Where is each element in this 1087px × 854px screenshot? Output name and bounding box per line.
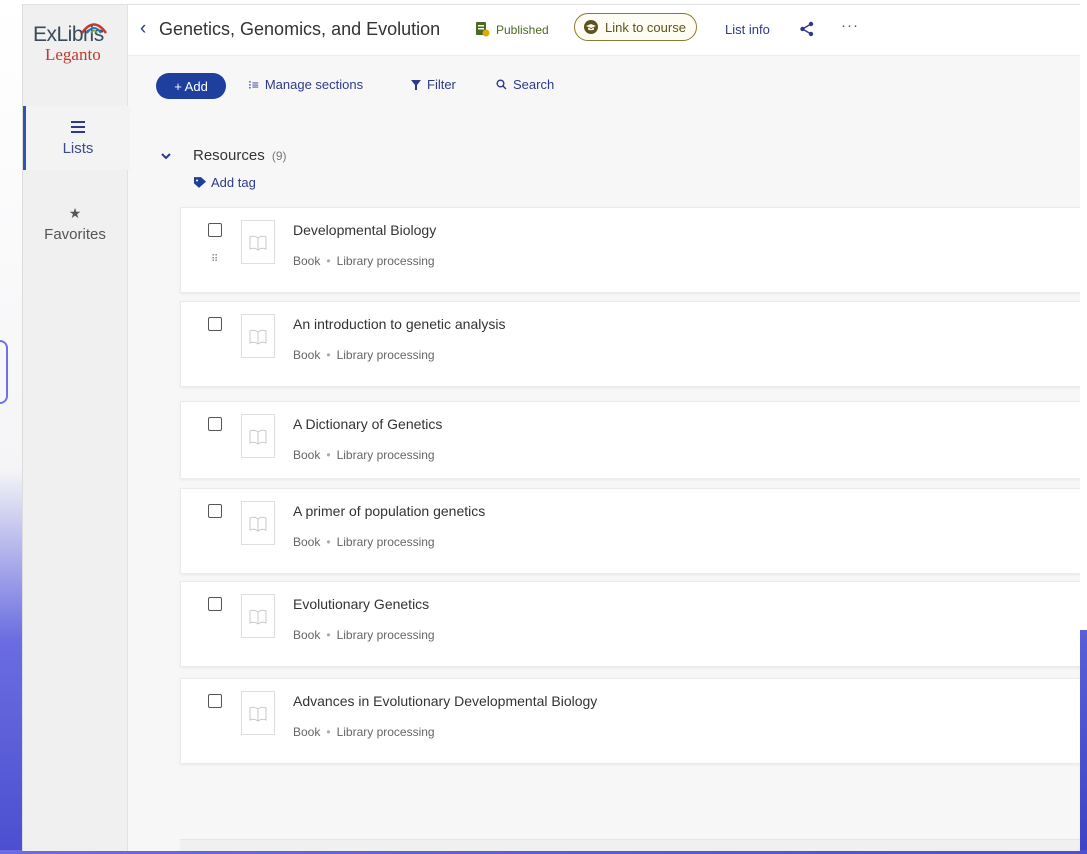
page-header: ‹ Genetics, Genomics, and Evolution Publ… xyxy=(128,5,1080,56)
page-title: Genetics, Genomics, and Evolution xyxy=(159,19,441,39)
list-info-link[interactable]: List info xyxy=(725,22,770,37)
section-name: Resources xyxy=(193,147,265,164)
add-tag-link[interactable]: Add tag xyxy=(194,175,256,190)
resource-title[interactable]: An introduction to genetic analysis xyxy=(293,316,505,332)
resource-type: Book xyxy=(293,448,321,462)
resource-status: Library processing xyxy=(336,448,435,462)
meta-separator: • xyxy=(326,725,331,739)
select-checkbox[interactable] xyxy=(208,417,222,431)
section-title: Resources (9) xyxy=(193,147,287,164)
resource-meta: Book • Library processing xyxy=(293,535,435,549)
share-icon[interactable] xyxy=(799,21,815,37)
background-left xyxy=(0,0,22,854)
next-card-edge xyxy=(180,839,1080,851)
section-collapse-chevron-icon[interactable] xyxy=(159,149,173,163)
nav-item-favorites[interactable]: ★ Favorites xyxy=(23,191,127,255)
book-thumbnail-icon xyxy=(241,594,275,638)
nav-item-label: Favorites xyxy=(44,226,106,243)
resource-status: Library processing xyxy=(336,535,435,549)
resource-type: Book xyxy=(293,254,321,268)
book-thumbnail-icon xyxy=(241,691,275,735)
resource-type: Book xyxy=(293,725,321,739)
meta-separator: • xyxy=(326,348,331,362)
tag-icon xyxy=(194,177,206,188)
select-checkbox[interactable] xyxy=(208,694,222,708)
status-badge: Published xyxy=(496,23,549,37)
manage-sections-label: Manage sections xyxy=(264,77,364,92)
resource-status: Library processing xyxy=(336,725,435,739)
filter-icon xyxy=(411,79,421,90)
nav-rail: ExLibris Leganto Lists ★ Favorites xyxy=(23,5,130,851)
select-checkbox[interactable] xyxy=(208,223,222,237)
filter-button[interactable]: Filter xyxy=(411,77,456,92)
meta-separator: • xyxy=(326,535,331,549)
resource-title[interactable]: Evolutionary Genetics xyxy=(293,596,429,612)
logo-arc-icon xyxy=(80,23,108,34)
background-right xyxy=(1079,630,1087,854)
list-icon xyxy=(26,120,130,136)
resource-type: Book xyxy=(293,628,321,642)
add-button[interactable]: + Add xyxy=(156,73,226,99)
exlibris-logo: ExLibris Leganto xyxy=(33,23,123,73)
app-window: ExLibris Leganto Lists ★ Favorites ‹ Gen… xyxy=(22,4,1080,851)
resource-meta: Book • Library processing xyxy=(293,448,435,462)
book-thumbnail-icon xyxy=(241,314,275,358)
resource-status: Library processing xyxy=(336,254,435,268)
manage-sections-icon: ⁝≡ xyxy=(248,77,259,92)
back-chevron-icon[interactable]: ‹ xyxy=(140,18,146,40)
meta-separator: • xyxy=(326,628,331,642)
filter-label: Filter xyxy=(427,77,456,92)
link-to-course-label: Link to course xyxy=(605,19,686,35)
resource-card[interactable]: Advances in Evolutionary Developmental B… xyxy=(180,678,1080,764)
select-checkbox[interactable] xyxy=(208,317,222,331)
graduation-cap-icon xyxy=(584,20,598,34)
more-options-icon[interactable]: ··· xyxy=(841,17,859,34)
meta-separator: • xyxy=(326,254,331,268)
nav-item-label: Lists xyxy=(62,140,94,157)
book-thumbnail-icon xyxy=(241,501,275,545)
add-tag-label: Add tag xyxy=(211,175,256,190)
resource-card[interactable]: Evolutionary Genetics Book • Library proce… xyxy=(180,581,1080,667)
drag-handle-icon[interactable]: ⠿ xyxy=(211,254,218,265)
resource-card[interactable]: A primer of population genetics Book • Lib… xyxy=(180,488,1080,574)
published-icon xyxy=(476,22,490,37)
resource-title[interactable]: A primer of population genetics xyxy=(293,503,485,519)
search-button[interactable]: Search xyxy=(496,77,554,92)
section-count: (9) xyxy=(271,149,287,163)
book-thumbnail-icon xyxy=(241,414,275,458)
background-accent xyxy=(0,340,8,404)
search-label: Search xyxy=(513,77,555,92)
manage-sections-button[interactable]: ⁝≡ Manage sections xyxy=(248,77,363,92)
meta-separator: • xyxy=(326,448,331,462)
resource-type: Book xyxy=(293,348,321,362)
resource-title[interactable]: Developmental Biology xyxy=(293,222,436,238)
search-icon xyxy=(496,79,507,90)
list-toolbar: + Add ⁝≡ Manage sections Filter Search xyxy=(128,55,1080,111)
select-checkbox[interactable] xyxy=(208,504,222,518)
book-thumbnail-icon xyxy=(241,220,275,264)
resource-meta: Book • Library processing xyxy=(293,348,435,362)
resource-meta: Book • Library processing xyxy=(293,628,435,642)
nav-item-lists[interactable]: Lists xyxy=(23,106,130,170)
resource-card[interactable]: ⠿ Developmental Biology Book • Library pro… xyxy=(180,207,1080,293)
star-icon: ★ xyxy=(68,205,82,221)
resource-status: Library processing xyxy=(336,628,435,642)
resource-title[interactable]: A Dictionary of Genetics xyxy=(293,416,442,432)
select-checkbox[interactable] xyxy=(208,597,222,611)
resource-meta: Book • Library processing xyxy=(293,725,435,739)
logo-product-text: Leganto xyxy=(45,45,101,64)
resource-type: Book xyxy=(293,535,321,549)
resource-meta: Book • Library processing xyxy=(293,254,435,268)
resource-title[interactable]: Advances in Evolutionary Developmental B… xyxy=(293,693,597,709)
resource-status: Library processing xyxy=(336,348,435,362)
resource-card[interactable]: A Dictionary of Genetics Book • Library pr… xyxy=(180,401,1080,479)
resource-card[interactable]: An introduction to genetic analysis Book… xyxy=(180,301,1080,387)
link-to-course-button[interactable]: Link to course xyxy=(574,13,697,41)
